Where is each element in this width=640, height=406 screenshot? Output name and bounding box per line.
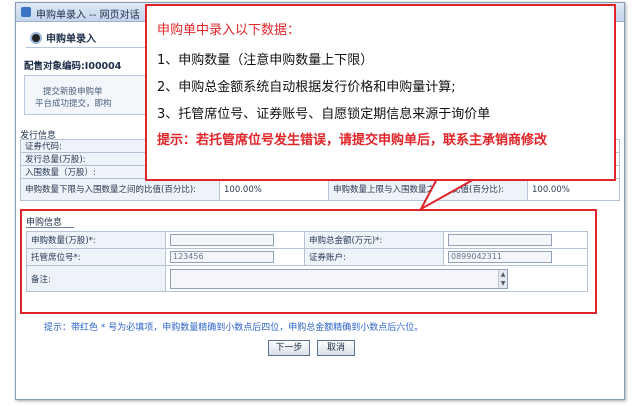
remark-scrollbar[interactable]: ▲ ▼ xyxy=(498,269,507,288)
window-app-icon xyxy=(21,7,31,17)
seat-input[interactable]: 123456 xyxy=(170,251,274,263)
config-object-code: 配售对象编码:I00004 xyxy=(24,61,122,72)
cancel-button[interactable]: 取消 xyxy=(317,340,355,356)
callout-item-3: 3、托管席位号、证券账号、自愿锁定期信息来源于询价单 xyxy=(157,107,491,122)
callout-item-1: 1、申购数量（注意申购数量上下限） xyxy=(157,53,374,68)
quantity-input[interactable] xyxy=(170,234,274,246)
heading-divider xyxy=(26,47,156,48)
page-title-text: 申购单录入 xyxy=(46,34,96,45)
subscription-info-panel: 申购信息 申购数量(万股)*: 申购总金额(万元)*: 托管席位号*: 1234… xyxy=(20,209,597,314)
notice-line-2: 平台成功提交，即构 xyxy=(35,99,112,109)
account-input[interactable]: 0899042311 xyxy=(448,251,552,263)
callout-tip: 提示：若托管席位号发生错误，请提交申购单后，联系主承销商修改 xyxy=(157,133,548,148)
account-label: 证券账户: xyxy=(304,248,444,266)
subscription-title-underline xyxy=(26,227,74,228)
remark-textarea[interactable]: ▲ ▼ xyxy=(170,268,508,289)
form-hint: 提示：带红色 * 号为必填项，申购数量精确到小数点后四位，申购总金额精确到小数点… xyxy=(44,323,424,333)
remark-cell: ▲ ▼ xyxy=(165,265,588,292)
notice-box: 提交新股申购单 平台成功提交，即构 xyxy=(24,75,156,115)
account-cell: 0899042311 xyxy=(443,248,588,266)
ratio-upper-value: 100.00% xyxy=(527,178,620,201)
quantity-label: 申购数量(万股)*: xyxy=(26,231,166,249)
ratio-lower-label: 申购数量下限与入围数量之间的比值(百分比): xyxy=(20,178,220,201)
amount-input[interactable] xyxy=(448,234,552,246)
ratio-lower-value: 100.00% xyxy=(219,178,329,201)
bullet-icon xyxy=(30,32,42,44)
callout-item-2: 2、申购总金额系统自动根据发行价格和申购量计算; xyxy=(157,80,456,95)
seat-label: 托管席位号*: xyxy=(26,248,166,266)
amount-label: 申购总金额(万元)*: xyxy=(304,231,444,249)
ratio-upper-label: 申购数量上限与入围数量之间的比值(百分比): xyxy=(328,178,528,201)
quantity-cell xyxy=(165,231,305,249)
page-title: 申购单录入 xyxy=(30,30,96,45)
remark-label: 备注: xyxy=(26,265,166,292)
notice-line-1: 提交新股申购单 xyxy=(43,87,103,97)
next-button[interactable]: 下一步 xyxy=(268,340,310,356)
annotation-callout: 申购单中录入以下数据： 1、申购数量（注意申购数量上下限） 2、申购总金额系统自… xyxy=(145,4,616,181)
amount-cell xyxy=(443,231,588,249)
callout-title: 申购单中录入以下数据： xyxy=(157,23,301,38)
subscription-form-table: 申购数量(万股)*: 申购总金额(万元)*: 托管席位号*: 123456 证券… xyxy=(26,231,588,292)
seat-cell: 123456 xyxy=(165,248,305,266)
window-title: 申购单录入 -- 网页对话 xyxy=(36,10,140,21)
